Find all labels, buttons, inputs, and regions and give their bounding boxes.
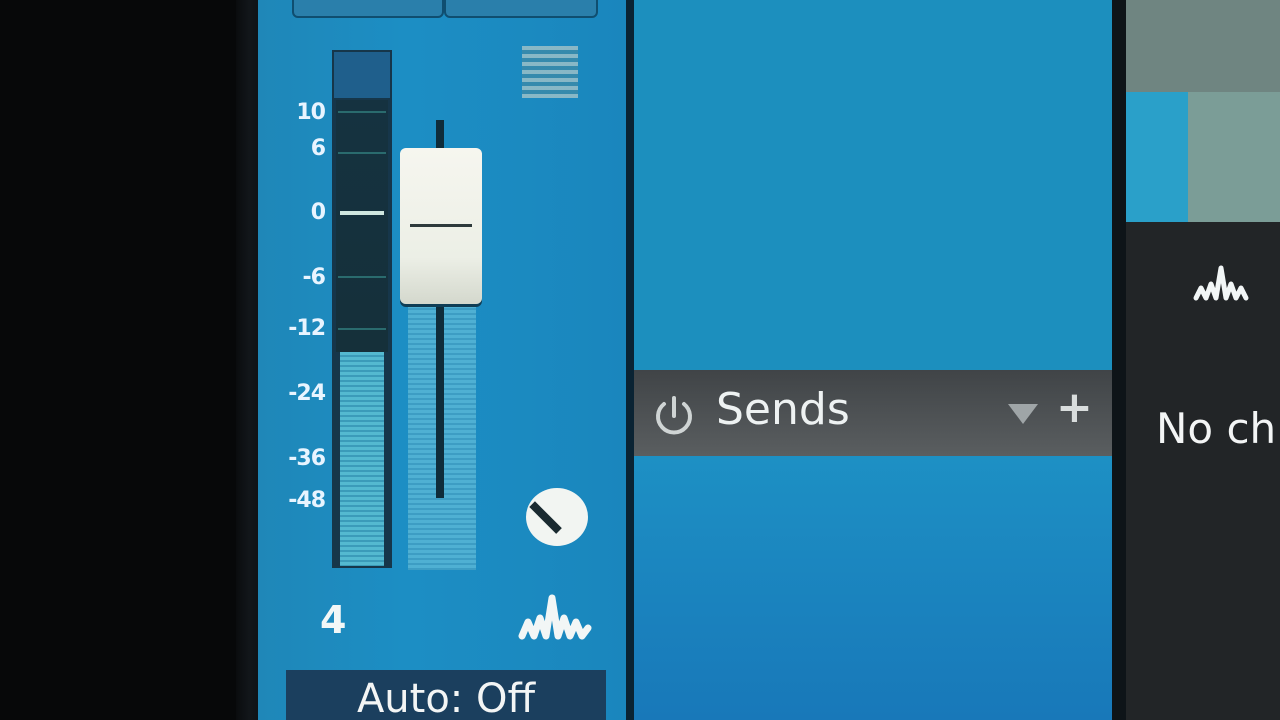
eq-wave-icon[interactable] bbox=[518, 588, 594, 644]
meter-scale-label: -6 bbox=[302, 265, 326, 290]
inserts-area bbox=[634, 0, 1114, 370]
meter-tick bbox=[338, 276, 386, 278]
sends-header[interactable]: Sends + bbox=[634, 370, 1114, 456]
window-edge bbox=[236, 0, 258, 720]
power-icon[interactable] bbox=[650, 392, 698, 444]
channel-top-button-left[interactable] bbox=[292, 0, 444, 18]
meter-scale-label: 0 bbox=[310, 200, 326, 225]
grip-lines-icon[interactable] bbox=[522, 46, 578, 98]
meter-scale-label: 10 bbox=[296, 100, 326, 125]
pan-knob-icon[interactable] bbox=[526, 488, 588, 546]
eq-wave-icon[interactable] bbox=[1192, 262, 1252, 306]
channel-number: 4 bbox=[320, 598, 347, 642]
automation-label: Auto: Off bbox=[356, 676, 536, 720]
meter-scale-label: -24 bbox=[288, 381, 326, 406]
meter-zero-mark bbox=[340, 211, 384, 215]
no-channel-message: No ch bbox=[1156, 404, 1277, 453]
channel-top-button-right[interactable] bbox=[444, 0, 598, 18]
right-panel-tab[interactable] bbox=[1126, 92, 1188, 222]
sends-list bbox=[634, 456, 1114, 720]
meter-scale-label: -12 bbox=[288, 316, 326, 341]
sends-label: Sends bbox=[716, 384, 850, 435]
meter-tick bbox=[338, 328, 386, 330]
right-panel-header bbox=[1126, 0, 1280, 92]
panel-divider bbox=[626, 0, 634, 720]
automation-mode-button[interactable]: Auto: Off bbox=[286, 670, 606, 720]
level-meter-fill bbox=[340, 352, 384, 566]
level-meter-headroom bbox=[336, 100, 388, 352]
mixer-channel-strip: 10 6 0 -6 -12 -24 -36 -48 4 Auto: Off bbox=[258, 0, 628, 720]
triangle-down-icon[interactable] bbox=[1006, 400, 1040, 430]
meter-scale-label: 6 bbox=[310, 136, 326, 161]
meter-tick bbox=[338, 152, 386, 154]
right-panel-tab[interactable] bbox=[1188, 92, 1280, 222]
meter-scale-label: -48 bbox=[288, 488, 326, 513]
meter-scale-label: -36 bbox=[288, 446, 326, 471]
clip-indicator[interactable] bbox=[334, 52, 390, 98]
screen-bezel bbox=[0, 0, 236, 720]
fader-handle-line bbox=[410, 224, 472, 227]
panel-divider bbox=[1112, 0, 1126, 720]
meter-tick bbox=[338, 111, 386, 113]
right-panel: No ch bbox=[1126, 222, 1280, 720]
add-send-button[interactable]: + bbox=[1056, 382, 1093, 433]
